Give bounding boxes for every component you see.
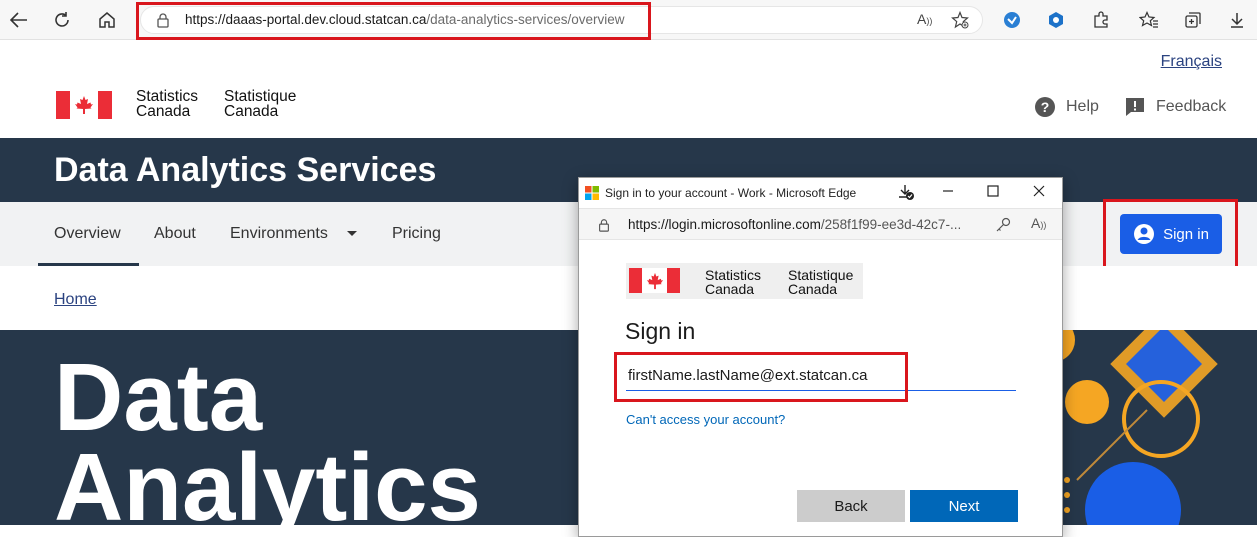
help-link[interactable]: ? Help	[1034, 96, 1099, 118]
favorites-icon[interactable]	[1136, 7, 1162, 33]
popup-read-aloud-icon[interactable]: A))	[1031, 215, 1046, 231]
popup-logo-fr-line2: Canada	[788, 281, 838, 297]
logo-fr-line2: Canada	[224, 103, 279, 120]
popup-lock-icon	[599, 219, 609, 232]
menu-item-about[interactable]: About	[154, 225, 196, 243]
hero-title-line1: Data	[54, 344, 263, 451]
url-highlight-box	[136, 2, 651, 40]
canada-flag-icon	[56, 91, 112, 119]
logo-text-french: Statistique Canada	[224, 88, 297, 120]
collections-icon[interactable]	[1180, 7, 1206, 33]
popup-url-host: https://login.microsoftonline.com	[628, 217, 821, 232]
extension-shield-icon[interactable]	[999, 7, 1025, 33]
popup-url-path: /258f1f99-ee3d-42c7-...	[820, 217, 962, 232]
sign-in-popup-window: Sign in to your account - Work - Microso…	[578, 177, 1063, 537]
extensions-puzzle-icon[interactable]	[1088, 7, 1114, 33]
next-button[interactable]: Next	[910, 490, 1018, 522]
feedback-label: Feedback	[1156, 98, 1227, 115]
help-label: Help	[1066, 98, 1099, 115]
popup-title-bar: Sign in to your account - Work - Microso…	[579, 178, 1062, 208]
back-arrow-icon[interactable]	[5, 6, 33, 34]
site-header: Français Statistics Canada Statistique C…	[0, 40, 1257, 138]
popup-logo-en-line2: Canada	[705, 281, 755, 297]
hero-decoration-shapes	[1037, 330, 1218, 525]
popup-key-icon[interactable]	[995, 217, 1011, 238]
logo-en-line2: Canada	[136, 103, 191, 120]
hero-title-line2: Analytics	[54, 434, 481, 526]
cant-access-account-link[interactable]: Can't access your account?	[626, 412, 785, 427]
read-aloud-icon[interactable]: A))	[917, 11, 932, 27]
logo-en-line1: Statistics	[136, 88, 199, 105]
popup-window-title: Sign in to your account - Work - Microso…	[605, 186, 857, 200]
email-highlight-box	[614, 352, 908, 402]
menu-item-pricing[interactable]: Pricing	[392, 225, 441, 243]
feedback-link[interactable]: Feedback	[1124, 96, 1226, 118]
menu-item-overview[interactable]: Overview	[54, 225, 121, 243]
language-toggle-link[interactable]: Français	[1161, 53, 1222, 71]
feedback-icon	[1126, 98, 1144, 116]
popup-statcan-logo: Statistics Canada Statistique Canada	[626, 263, 863, 299]
site-title[interactable]: Data Analytics Services	[54, 151, 436, 190]
popup-logo-text-french: Statistique Canada	[788, 268, 853, 296]
microsoft-logo-icon	[585, 186, 599, 200]
sign-in-highlight-box	[1103, 199, 1238, 276]
breadcrumb-home-link[interactable]: Home	[54, 291, 97, 309]
minimize-icon[interactable]	[941, 181, 955, 202]
close-icon[interactable]	[1033, 185, 1045, 200]
popup-sign-in-heading: Sign in	[625, 318, 696, 344]
popup-logo-fr-line1: Statistique	[788, 267, 854, 283]
popup-download-icon[interactable]	[897, 183, 915, 204]
home-icon[interactable]	[93, 6, 121, 34]
refresh-icon[interactable]	[48, 6, 76, 34]
popup-canada-flag-icon	[629, 268, 680, 293]
menu-item-environments-label: Environments	[230, 225, 328, 242]
svg-text:?: ?	[1041, 99, 1050, 115]
favorite-star-icon[interactable]	[951, 10, 969, 32]
popup-address-bar[interactable]: https://login.microsoftonline.com/258f1f…	[579, 208, 1062, 240]
extension-hex-icon[interactable]	[1043, 7, 1069, 33]
caret-down-icon	[347, 231, 358, 236]
popup-url: https://login.microsoftonline.com/258f1f…	[628, 217, 961, 232]
logo-fr-line1: Statistique	[224, 88, 297, 105]
browser-toolbar: https://daaas-portal.dev.cloud.statcan.c…	[0, 0, 1257, 40]
back-button[interactable]: Back	[797, 490, 905, 522]
popup-logo-en-line1: Statistics	[705, 267, 762, 283]
logo-text-english: Statistics Canada	[136, 88, 199, 120]
downloads-icon[interactable]	[1224, 7, 1250, 33]
maximize-icon[interactable]	[987, 185, 999, 200]
popup-logo-text-english: Statistics Canada	[705, 268, 761, 296]
help-icon: ?	[1035, 97, 1055, 117]
menu-item-environments[interactable]: Environments	[230, 225, 358, 243]
